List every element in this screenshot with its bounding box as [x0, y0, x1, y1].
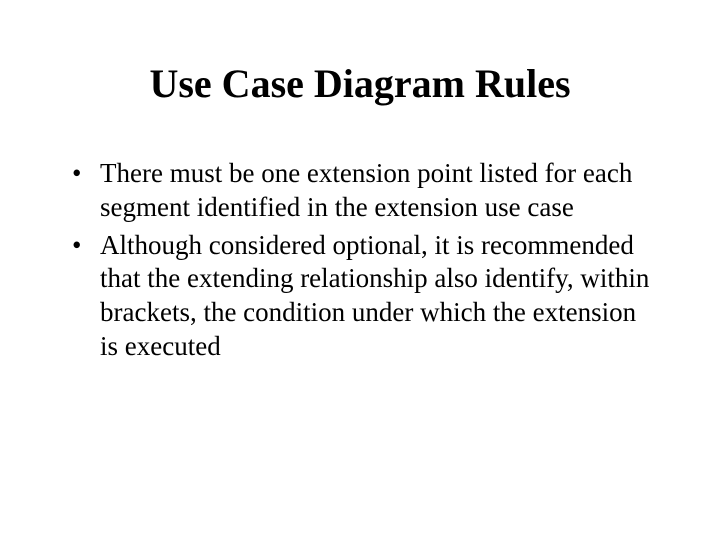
bullet-list: There must be one extension point listed…: [60, 157, 660, 364]
bullet-item: Although considered optional, it is reco…: [60, 229, 660, 364]
bullet-item: There must be one extension point listed…: [60, 157, 660, 225]
slide-title: Use Case Diagram Rules: [60, 60, 660, 107]
